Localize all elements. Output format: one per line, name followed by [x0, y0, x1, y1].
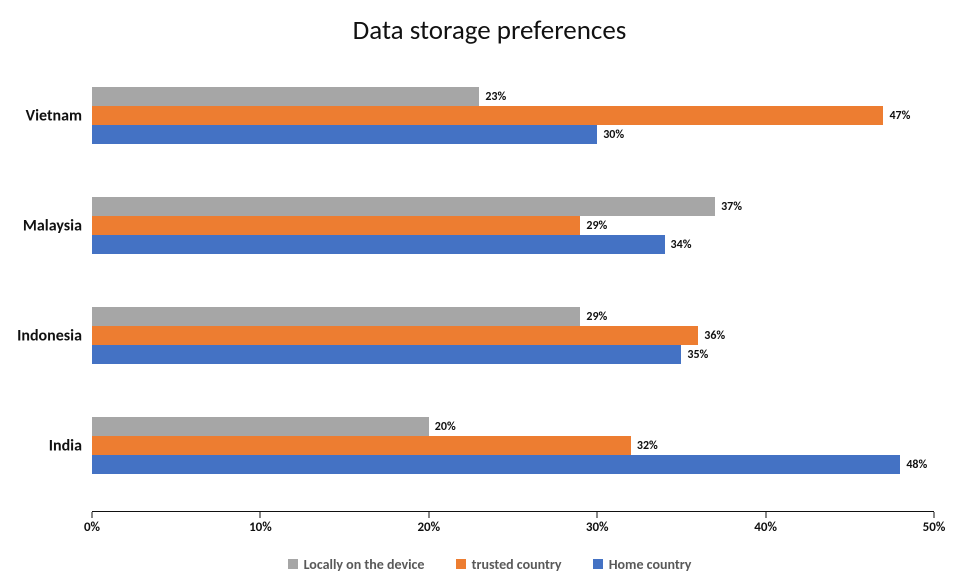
bar-trusted: 47% [92, 106, 883, 125]
bar-trusted: 29% [92, 216, 580, 235]
bar-value-label: 37% [715, 200, 742, 214]
legend-item-locally: Locally on the device [288, 555, 425, 573]
bar-value-label: 20% [429, 420, 456, 434]
x-tick-label: 50% [923, 520, 946, 535]
bar-home: 35% [92, 345, 681, 364]
bar-value-label: 34% [665, 238, 692, 252]
bar-value-label: 29% [580, 310, 607, 324]
tick-mark [92, 512, 93, 518]
plot-area: Vietnam 23% 47% 30% Malaysia 37% 29% 34%… [92, 62, 934, 512]
legend-swatch [288, 559, 298, 569]
legend-label: Locally on the device [304, 556, 425, 573]
bar-locally: 23% [92, 87, 479, 106]
bar-value-label: 30% [597, 128, 624, 142]
bar-trusted: 36% [92, 326, 698, 345]
bar-value-label: 23% [479, 90, 506, 104]
legend-item-trusted: trusted country [456, 555, 562, 573]
bar-locally: 29% [92, 307, 580, 326]
bar-value-label: 35% [681, 348, 708, 362]
x-tick-label: 10% [249, 520, 272, 535]
legend-swatch [593, 559, 603, 569]
bar-group: Indonesia 29% 36% 35% [92, 307, 934, 365]
bar-group: Vietnam 23% 47% 30% [92, 87, 934, 145]
bar-home: 30% [92, 125, 597, 144]
bar-value-label: 32% [631, 439, 658, 453]
tick-mark [260, 512, 261, 518]
bar-value-label: 36% [698, 329, 725, 343]
category-label: India [49, 437, 92, 456]
x-axis-line [92, 511, 934, 512]
legend: Locally on the device trusted country Ho… [0, 555, 979, 573]
category-label: Vietnam [26, 107, 92, 126]
bar-trusted: 32% [92, 436, 631, 455]
bar-locally: 37% [92, 197, 715, 216]
legend-label: Home country [609, 556, 692, 573]
x-tick-label: 20% [417, 520, 440, 535]
legend-label: trusted country [472, 556, 562, 573]
bar-value-label: 29% [580, 219, 607, 233]
bar-group: India 20% 32% 48% [92, 417, 934, 475]
chart-container: Data storage preferences Vietnam 23% 47%… [0, 0, 979, 587]
bar-value-label: 48% [900, 458, 927, 472]
legend-swatch [456, 559, 466, 569]
bar-group: Malaysia 37% 29% 34% [92, 197, 934, 255]
tick-mark [597, 512, 598, 518]
category-label: Malaysia [23, 217, 92, 236]
bar-home: 48% [92, 455, 900, 474]
legend-item-home: Home country [593, 555, 692, 573]
category-label: Indonesia [17, 327, 92, 346]
chart-title: Data storage preferences [0, 14, 979, 47]
x-tick-label: 40% [754, 520, 777, 535]
bar-locally: 20% [92, 417, 429, 436]
bar-home: 34% [92, 235, 665, 254]
tick-mark [765, 512, 766, 518]
x-tick-label: 30% [586, 520, 609, 535]
bar-value-label: 47% [883, 109, 910, 123]
tick-mark [428, 512, 429, 518]
x-tick-label: 0% [84, 520, 100, 535]
tick-mark [934, 512, 935, 518]
